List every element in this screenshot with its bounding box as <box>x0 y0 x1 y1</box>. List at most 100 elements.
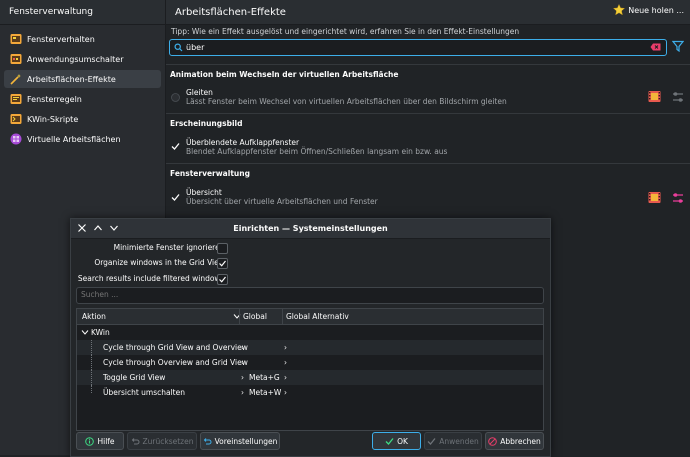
group-label: KWin <box>91 328 110 337</box>
shortcut-table: Aktion Global Global Alternativ KWin Cyc… <box>76 308 544 431</box>
expand-chevron[interactable]: › <box>241 343 244 352</box>
tip-text: Tipp: Wie ein Effekt ausgelöst und einge… <box>171 27 520 36</box>
effect-description: Blendet Aufklappfenster beim Öffnen/Schl… <box>186 147 448 156</box>
expand-chevron[interactable]: › <box>284 358 287 367</box>
configure-dialog: Einrichten — Systemeinstellungen Minimie… <box>70 218 551 457</box>
table-row[interactable]: Cycle through Grid View and Overview › › <box>77 340 543 355</box>
checkmark-icon[interactable] <box>171 142 180 151</box>
close-icon[interactable] <box>77 223 87 233</box>
effect-name: Gleiten <box>186 88 213 97</box>
filter-icon[interactable] <box>672 40 684 52</box>
expand-chevron[interactable]: › <box>284 388 287 397</box>
column-header[interactable]: Global <box>243 312 267 321</box>
get-new-button[interactable]: Neue holen ... <box>613 4 684 16</box>
video-preview-icon[interactable] <box>648 191 661 204</box>
sidebar-item-task-switcher[interactable]: Anwendungsumschalter <box>4 50 161 68</box>
reset-label: Zurücksetzen <box>142 436 194 446</box>
global-shortcut[interactable]: Meta+G <box>249 373 280 382</box>
sidebar-item-label: Arbeitsflächen-Effekte <box>27 74 116 84</box>
dialog-titlebar: Einrichten — Systemeinstellungen <box>71 219 550 239</box>
expand-chevron[interactable]: › <box>284 343 287 352</box>
dialog-title: Einrichten — Systemeinstellungen <box>233 224 388 233</box>
sidebar-item-window-rules[interactable]: Fensterregeln <box>4 90 161 108</box>
shortcut-search-field[interactable] <box>76 287 544 304</box>
effect-description: Übersicht über virtuelle Arbeitsflächen … <box>186 197 378 206</box>
help-button[interactable]: Hilfe <box>76 432 124 450</box>
column-header[interactable]: Global Alternativ <box>286 312 349 321</box>
column-divider <box>239 309 240 324</box>
column-header[interactable]: Aktion <box>82 312 106 321</box>
divider <box>166 64 690 65</box>
tree-line <box>91 340 93 355</box>
table-row[interactable]: Cycle through Overview and Grid View › › <box>77 355 543 370</box>
option-checkbox-grid-view[interactable] <box>217 258 228 269</box>
maximize-icon[interactable] <box>93 223 103 233</box>
shortcut-search-input[interactable] <box>77 288 525 301</box>
page-header: Arbeitsflächen-Effekte Neue holen ... <box>166 0 690 25</box>
option-checkbox-filtered[interactable] <box>217 274 228 285</box>
configure-icon[interactable] <box>672 192 684 204</box>
window-rules-icon <box>10 94 22 104</box>
minimize-icon[interactable] <box>109 223 119 233</box>
page-title: Arbeitsflächen-Effekte <box>175 6 286 18</box>
effects-search-field[interactable] <box>169 39 667 56</box>
effect-radio-unchecked[interactable] <box>171 93 180 102</box>
expand-chevron[interactable]: › <box>241 388 244 397</box>
effects-search-input[interactable] <box>183 43 646 52</box>
checkmark-icon <box>385 437 394 445</box>
get-new-label: Neue holen ... <box>628 5 684 15</box>
action-name: Toggle Grid View <box>103 373 166 382</box>
action-name: Cycle through Grid View and Overview <box>103 343 248 352</box>
defaults-button[interactable]: Voreinstellungen <box>200 432 280 450</box>
chevron-down-icon[interactable] <box>81 329 89 336</box>
table-header: Aktion Global Global Alternativ <box>77 309 543 325</box>
table-row[interactable]: Übersicht umschalten › Meta+W › <box>77 385 543 400</box>
clear-text-icon[interactable] <box>650 43 661 51</box>
divider <box>166 163 690 164</box>
effect-description: Lässt Fenster beim Wechsel von virtuelle… <box>186 97 507 106</box>
checkmark-icon[interactable] <box>171 193 180 202</box>
cancel-label: Abbrechen <box>500 436 541 446</box>
help-label: Hilfe <box>97 436 115 446</box>
reset-button[interactable]: Zurücksetzen <box>127 432 197 450</box>
task-switcher-icon <box>10 54 22 64</box>
action-name: Übersicht umschalten <box>103 388 185 397</box>
checkmark-icon <box>427 437 436 445</box>
ok-button[interactable]: OK <box>372 432 421 450</box>
tree-line <box>91 355 93 370</box>
column-divider <box>282 309 283 324</box>
section-title: Fensterverwaltung <box>170 169 250 178</box>
sidebar-item-label: Anwendungsumschalter <box>27 54 124 64</box>
global-shortcut[interactable]: Meta+W <box>249 388 281 397</box>
virtual-desktops-icon <box>10 133 22 145</box>
expand-chevron[interactable]: › <box>284 373 287 382</box>
sidebar-item-kwin-scripts[interactable]: KWin-Skripte <box>4 110 161 128</box>
sidebar-item-virtual-desktops[interactable]: Virtuelle Arbeitsflächen <box>4 130 161 148</box>
option-checkbox-minimized[interactable] <box>217 243 228 254</box>
table-row[interactable]: Toggle Grid View › Meta+G › <box>77 370 543 385</box>
defaults-label: Voreinstellungen <box>214 436 278 446</box>
star-icon <box>613 4 626 16</box>
sidebar-item-desktop-effects[interactable]: Arbeitsflächen-Effekte <box>4 70 161 88</box>
option-label: Search results include filtered windows: <box>77 274 227 283</box>
window-behavior-icon <box>10 34 22 44</box>
action-name: Cycle through Overview and Grid View <box>103 358 248 367</box>
expand-chevron[interactable]: › <box>241 358 244 367</box>
configure-icon[interactable] <box>672 91 684 103</box>
video-preview-icon[interactable] <box>648 90 661 103</box>
tree-line <box>91 370 93 385</box>
expand-chevron[interactable]: › <box>241 373 244 382</box>
restore-defaults-icon <box>203 437 212 444</box>
kwin-scripts-icon <box>10 114 22 124</box>
sidebar-item-window-behavior[interactable]: Fensterverhalten <box>4 30 161 48</box>
apply-label: Anwenden <box>439 436 479 446</box>
option-label: Organize windows in the Grid View: <box>94 258 227 267</box>
table-group-row[interactable]: KWin <box>77 325 543 340</box>
section-title: Animation beim Wechseln der virtuellen A… <box>170 70 399 79</box>
apply-button[interactable]: Anwenden <box>424 432 482 450</box>
effect-name: Überblendete Aufklappfenster <box>186 138 300 147</box>
sidebar-item-label: KWin-Skripte <box>27 114 79 124</box>
divider <box>166 113 690 114</box>
checkmark-icon <box>219 260 226 267</box>
cancel-button[interactable]: Abbrechen <box>485 432 544 450</box>
